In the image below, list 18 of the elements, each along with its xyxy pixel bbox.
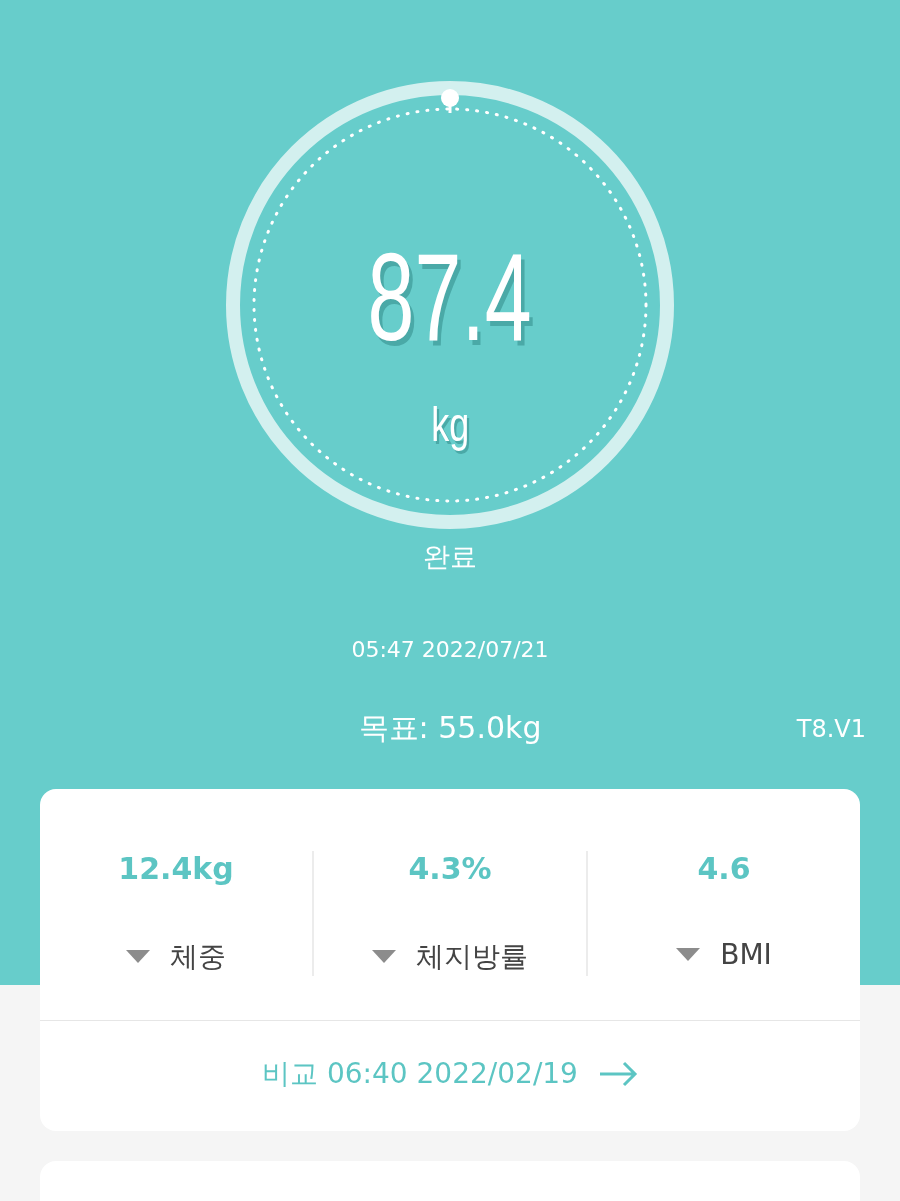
triangle-down-icon [676, 948, 701, 962]
compare-link[interactable]: 비교 06:40 2022/02/19 [262, 1021, 638, 1132]
weight-unit: kg [431, 397, 469, 452]
metric-value: 12.4kg [118, 851, 234, 887]
triangle-down-icon [126, 950, 150, 965]
metric-label: BMI [720, 938, 772, 972]
weight-value: 87.4 [367, 235, 533, 359]
pointer-knob-icon [439, 88, 461, 114]
metric-value: 4.3% [408, 851, 492, 887]
metric-label: 체중 [170, 939, 226, 976]
triangle-down-icon [372, 950, 396, 965]
measure-timestamp: 05:47 2022/07/21 [351, 637, 549, 663]
metric-label: 체지방률 [416, 939, 528, 976]
goal-weight: 목표: 55.0kg [358, 709, 542, 748]
measure-status: 완료 [423, 540, 477, 575]
arrow-right-icon [597, 1061, 638, 1088]
version-label: T8.V1 [796, 715, 867, 743]
metric-value: 4.6 [697, 851, 751, 887]
